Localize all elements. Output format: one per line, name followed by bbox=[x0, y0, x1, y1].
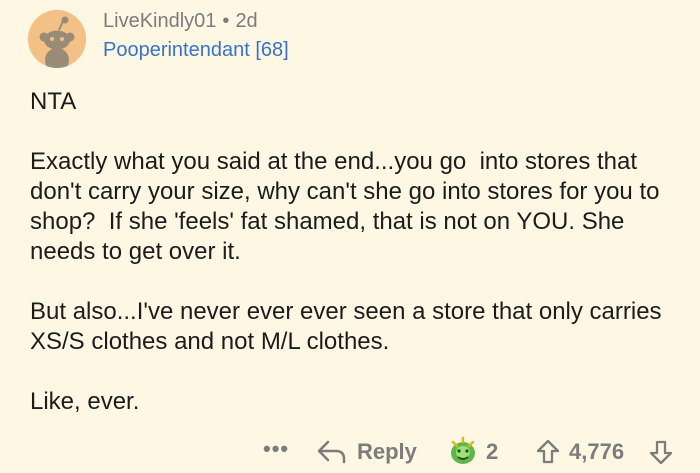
comment-action-bar: ••• Reply 2 4,776 bbox=[0, 434, 700, 470]
username-link[interactable]: LiveKindly01 bbox=[103, 10, 216, 32]
comment-age: 2d bbox=[235, 10, 258, 32]
meta-separator: • bbox=[222, 10, 230, 32]
vote-count: 4,776 bbox=[569, 439, 625, 464]
snoo-avatar-icon[interactable] bbox=[28, 10, 86, 68]
comment-paragraph: Like, ever. bbox=[30, 388, 140, 415]
comment-body: NTA Exactly what you said at the end...y… bbox=[30, 87, 690, 447]
comment-card: LiveKindly01 • 2d Pooperintendant [68] NTA… bbox=[0, 0, 700, 470]
downvote-arrow-icon[interactable] bbox=[648, 438, 674, 471]
reply-arrow-icon[interactable] bbox=[316, 438, 348, 471]
award-icon[interactable] bbox=[446, 436, 480, 473]
more-options-button[interactable]: ••• bbox=[263, 436, 289, 462]
award-count: 2 bbox=[486, 439, 499, 464]
user-flair: Pooperintendant [68] bbox=[103, 39, 289, 61]
reply-button[interactable]: Reply bbox=[357, 439, 417, 465]
comment-paragraph: NTA bbox=[30, 88, 77, 115]
comment-meta: LiveKindly01 • 2d bbox=[103, 8, 258, 34]
upvote-arrow-icon[interactable] bbox=[535, 438, 561, 471]
comment-paragraph: Exactly what you said at the end...you g… bbox=[30, 148, 667, 265]
comment-paragraph: But also...I've never ever ever seen a s… bbox=[30, 298, 669, 355]
